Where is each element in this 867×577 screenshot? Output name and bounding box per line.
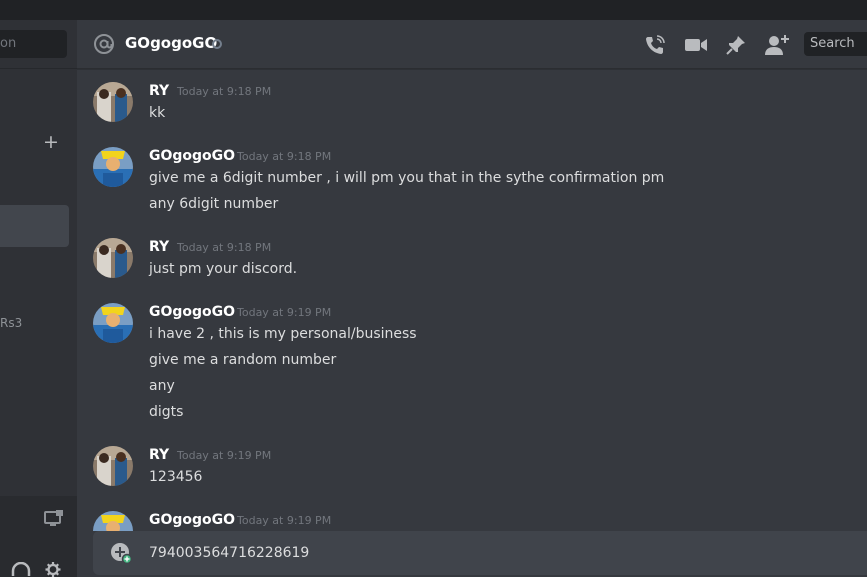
offline-status-icon xyxy=(212,39,222,49)
sidebar-divider xyxy=(0,68,77,69)
message-text: any 6digit number xyxy=(149,196,279,212)
video-call-icon[interactable] xyxy=(684,34,708,56)
window-titlebar xyxy=(0,0,867,20)
search-input[interactable]: Search xyxy=(804,32,867,56)
message-author[interactable]: RY xyxy=(149,82,169,100)
at-sign-icon xyxy=(94,34,114,54)
message-text: give me a 6digit number , i will pm you … xyxy=(149,170,665,186)
screen-share-icon[interactable] xyxy=(44,510,64,528)
message-composer[interactable]: 794003564716228619 xyxy=(93,531,867,575)
message-text: i have 2 , this is my personal/business xyxy=(149,326,417,342)
selected-dm-item[interactable] xyxy=(0,205,69,247)
add-friend-icon[interactable] xyxy=(764,34,790,56)
find-conversation-text: on xyxy=(0,36,17,51)
message-text: kk xyxy=(149,105,166,121)
message-author[interactable]: RY xyxy=(149,238,169,256)
message-author[interactable]: GOgogoGO xyxy=(149,303,235,321)
message-text: digts xyxy=(149,404,184,420)
headphones-icon[interactable] xyxy=(11,562,31,577)
message-text: just pm your discord. xyxy=(149,261,298,277)
avatar-gogogo[interactable] xyxy=(93,147,133,187)
message-text: any xyxy=(149,378,175,394)
find-conversation-input[interactable]: on xyxy=(0,30,67,58)
message-timestamp: Today at 9:19 PM xyxy=(237,306,332,319)
message-timestamp: Today at 9:18 PM xyxy=(237,150,332,163)
message-timestamp: Today at 9:18 PM xyxy=(177,85,272,98)
settings-gear-icon[interactable] xyxy=(43,562,63,577)
message-author[interactable]: GOgogoGO xyxy=(149,511,235,529)
phone-call-icon[interactable] xyxy=(644,34,666,56)
message-input[interactable]: 794003564716228619 xyxy=(149,544,309,562)
search-placeholder: Search xyxy=(810,36,855,51)
pin-icon[interactable] xyxy=(725,34,747,56)
chat-area: GOgogoGO Search RY Today at 9:18 PM kk G… xyxy=(77,20,867,577)
channel-title: GOgogoGO xyxy=(125,34,218,52)
message-timestamp: Today at 9:19 PM xyxy=(237,514,332,527)
channel-header: GOgogoGO Search xyxy=(77,20,867,69)
avatar-ry[interactable] xyxy=(93,82,133,122)
dm-sidebar: on + Rs3 xyxy=(0,20,77,577)
message-list: RY Today at 9:18 PM kk GOgogoGO Today at… xyxy=(77,70,867,531)
dm-list-item-label[interactable]: Rs3 xyxy=(0,316,22,330)
message-timestamp: Today at 9:19 PM xyxy=(177,449,272,462)
avatar-gogogo[interactable] xyxy=(93,511,133,531)
message-timestamp: Today at 9:18 PM xyxy=(177,241,272,254)
avatar-ry[interactable] xyxy=(93,238,133,278)
avatar-gogogo[interactable] xyxy=(93,303,133,343)
attach-upload-icon[interactable] xyxy=(110,542,132,564)
avatar-ry[interactable] xyxy=(93,446,133,486)
message-text: give me a random number xyxy=(149,352,337,368)
message-text: 123456 xyxy=(149,469,203,485)
message-author[interactable]: RY xyxy=(149,446,169,464)
create-dm-plus-icon[interactable]: + xyxy=(43,133,59,152)
message-author[interactable]: GOgogoGO xyxy=(149,147,235,165)
